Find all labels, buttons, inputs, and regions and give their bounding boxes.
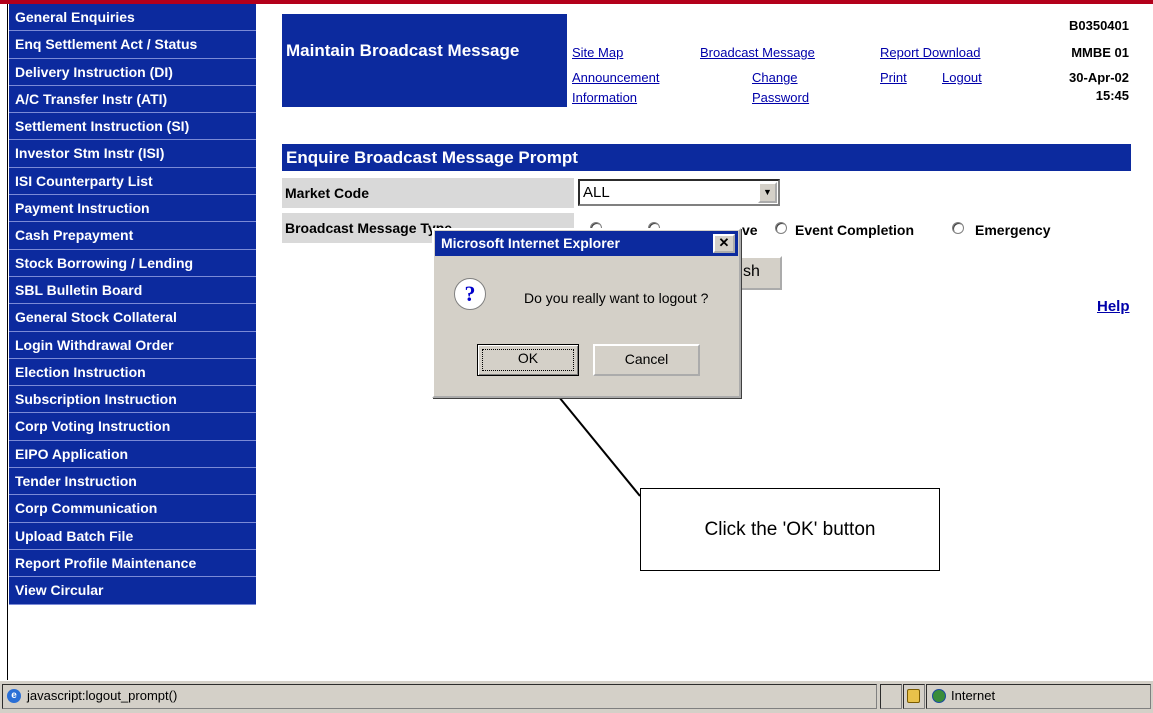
logout-confirm-dialog: Microsoft Internet Explorer ✕ ? Do you r…: [432, 228, 741, 398]
lock-icon: [907, 689, 920, 703]
question-icon: ?: [454, 278, 486, 310]
annotation-arrow-line: [549, 385, 641, 497]
globe-icon: [932, 689, 946, 703]
annotation-callout: Click the 'OK' button: [640, 488, 940, 571]
ok-focus-ring: [482, 349, 574, 371]
status-panel-empty: [880, 684, 902, 709]
cancel-button[interactable]: Cancel: [593, 344, 700, 376]
zone-panel: Internet: [926, 684, 1151, 709]
zone-text: Internet: [951, 688, 996, 703]
dialog-title: Microsoft Internet Explorer: [435, 231, 738, 256]
ok-button[interactable]: OK: [477, 344, 579, 376]
status-text-panel: e javascript:logout_prompt(): [2, 684, 877, 709]
dialog-message: Do you really want to logout ?: [524, 290, 709, 306]
ie-page-icon: e: [7, 689, 21, 703]
status-text: javascript:logout_prompt(): [27, 688, 178, 703]
status-bar: e javascript:logout_prompt() Internet: [0, 680, 1153, 713]
close-icon[interactable]: ✕: [713, 234, 735, 253]
